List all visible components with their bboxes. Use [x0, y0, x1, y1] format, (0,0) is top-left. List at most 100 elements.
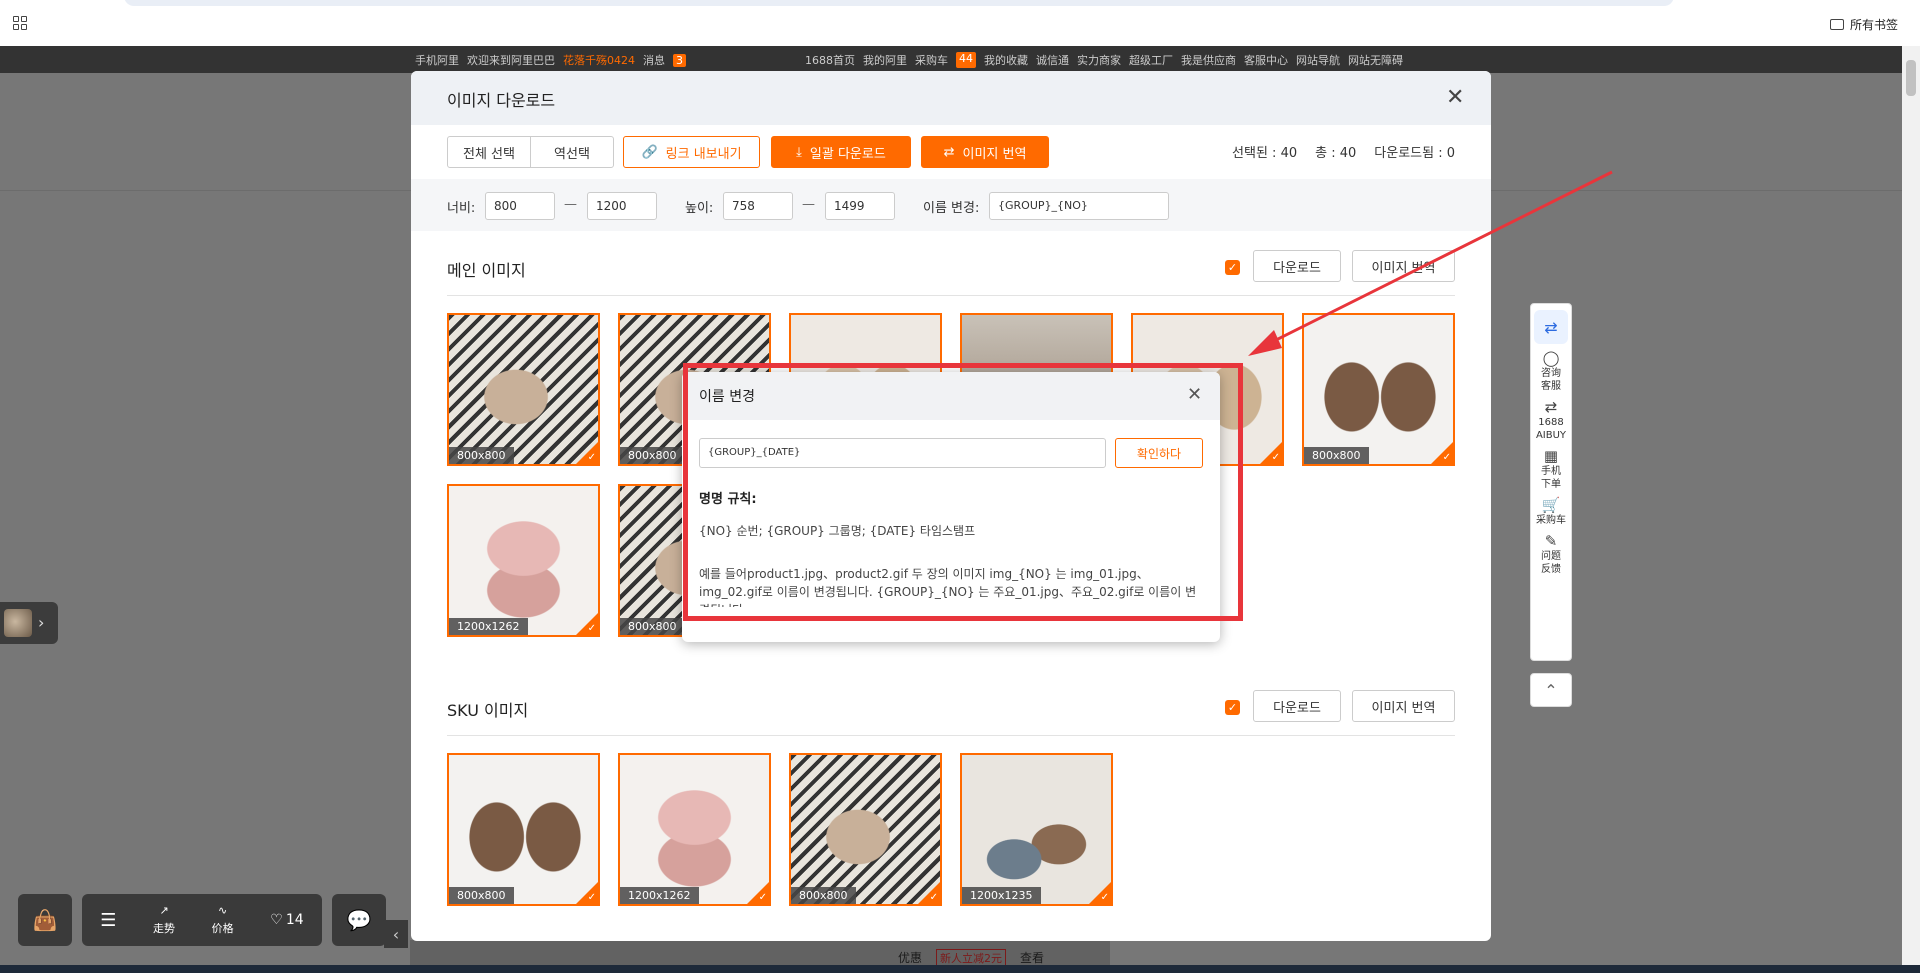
checkmark-icon: ✓	[758, 892, 767, 903]
image-size-label: 800x800	[791, 887, 856, 904]
sku-images-checkbox[interactable]: ✓	[1225, 700, 1240, 715]
scrollbar-thumb[interactable]	[1906, 60, 1916, 96]
width-min-input[interactable]: 800	[485, 192, 555, 220]
product-thumbnail	[4, 609, 32, 637]
floating-product-thumb[interactable]: ›	[0, 602, 58, 644]
sidebar-label: 问题反馈	[1541, 551, 1561, 575]
chat-button[interactable]: 💬	[332, 894, 386, 946]
messages-count: 3	[673, 53, 686, 67]
nav-cart[interactable]: 采购车	[915, 52, 948, 68]
favorite-button[interactable]: ♡ 14	[270, 912, 303, 928]
username[interactable]: 花落千殇0424	[563, 52, 635, 68]
width-label: 너비:	[447, 201, 476, 216]
height-max-input[interactable]: 1499	[825, 192, 895, 220]
export-links-label: 링크 내보내기	[665, 146, 742, 162]
download-icon: ⤓	[796, 144, 802, 160]
sku-translate-button[interactable]: 이미지 번역	[1352, 690, 1455, 722]
cart-icon: 🛒	[1541, 496, 1561, 514]
image-size-label: 800x800	[449, 887, 514, 904]
favorite-count: 14	[285, 912, 304, 928]
sidebar-label: 1688 AIBUY	[1535, 417, 1567, 441]
translate-icon: ⇄	[943, 144, 955, 160]
trend-label: 走势	[153, 922, 176, 935]
sku-download-button[interactable]: 다운로드	[1253, 690, 1341, 722]
os-taskbar	[0, 965, 1920, 973]
image-size-label: 800x800	[1304, 447, 1369, 464]
export-links-button[interactable]: 🔗 링크 내보내기	[623, 136, 760, 168]
messages-link[interactable]: 消息	[643, 52, 665, 68]
image-size-label: 1200x1262	[620, 887, 699, 904]
height-min-input[interactable]: 758	[723, 192, 793, 220]
translate-images-button[interactable]: ⇄ 이미지 번역	[921, 136, 1049, 168]
close-icon[interactable]: ✕	[1446, 85, 1464, 110]
sidebar-item-aibuy[interactable]: ⇄ 1688 AIBUY	[1531, 397, 1571, 446]
link-icon: 🔗	[641, 144, 658, 160]
collapse-button[interactable]: ☰	[100, 910, 116, 931]
apps-icon[interactable]	[13, 16, 27, 30]
rename-label: 이름 변경:	[923, 201, 980, 216]
sidebar-item-feedback[interactable]: ✎ 问题反馈	[1531, 531, 1571, 580]
total-count: 총 : 40	[1315, 146, 1357, 161]
trend-button[interactable]: ↗ 走势	[153, 904, 175, 936]
image-size-label: 800x800	[620, 447, 685, 464]
image-size-label: 1200x1262	[449, 618, 528, 635]
image-thumbnail[interactable]: 1200x1235 ✓	[960, 753, 1113, 906]
bag-icon: 👜	[32, 908, 58, 932]
bulk-download-button[interactable]: ⤓ 일괄 다운로드	[771, 136, 911, 168]
cart-count: 44	[956, 52, 976, 68]
range-dash: —	[564, 197, 577, 212]
sidebar-item-mobile[interactable]: ▦ 手机下单	[1531, 446, 1571, 495]
price-button[interactable]: ∿ 价格	[212, 904, 234, 936]
nav-cxt[interactable]: 诚信通	[1036, 52, 1069, 68]
sidebar-label: 采购车	[1536, 515, 1566, 526]
dialog-header: 이미지 다운로드 ✕	[411, 71, 1491, 125]
nav-service[interactable]: 客服中心	[1244, 52, 1288, 68]
sku-translate-label: 이미지 번역	[1371, 700, 1436, 716]
nav-merchants[interactable]: 实力商家	[1077, 52, 1121, 68]
nav-accessibility[interactable]: 网站无障碍	[1348, 52, 1403, 68]
heart-icon: ♡	[270, 912, 283, 928]
image-thumbnail[interactable]: 1200x1262 ✓	[447, 484, 600, 637]
translate-icon: ⇄	[1544, 398, 1558, 416]
back-to-top-button[interactable]: ⌃	[1530, 673, 1572, 707]
browser-bar: 所有书签	[0, 0, 1920, 46]
price-label: 价格	[211, 922, 234, 935]
chevron-up-icon: ⌃	[1544, 680, 1558, 700]
main-images-checkbox[interactable]: ✓	[1225, 260, 1240, 275]
image-thumbnail[interactable]: 800x800 ✓	[447, 313, 600, 466]
invert-label: 역선택	[554, 146, 590, 162]
chevron-right-icon: ›	[38, 613, 45, 632]
shopping-bag-button[interactable]: 👜	[18, 894, 72, 946]
dialog-title: 이미지 다운로드	[447, 91, 556, 110]
checkmark-icon: ✓	[1442, 452, 1451, 463]
checkmark-icon: ✓	[1100, 892, 1109, 903]
image-thumbnail[interactable]: 800x800 ✓	[789, 753, 942, 906]
chat-icon: 💬	[346, 908, 372, 932]
image-thumbnail[interactable]: 800x800 ✓	[447, 753, 600, 906]
layers-icon: ☰	[100, 909, 117, 931]
folder-icon	[1829, 19, 1844, 30]
invert-selection-button[interactable]: 역선택	[530, 136, 614, 168]
qrcode-icon: ▦	[1543, 447, 1559, 465]
nav-favorites[interactable]: 我的收藏	[984, 52, 1028, 68]
nav-sitemap[interactable]: 网站导航	[1296, 52, 1340, 68]
image-size-label: 800x800	[449, 447, 514, 464]
nav-factory[interactable]: 超级工厂	[1129, 52, 1173, 68]
address-bar[interactable]	[124, 0, 1674, 6]
nav-my-ali[interactable]: 我的阿里	[863, 52, 907, 68]
mobile-link[interactable]: 手机阿里	[415, 52, 459, 68]
collapse-toolbar-button[interactable]: ‹	[384, 920, 408, 948]
checkmark-icon: ✓	[587, 623, 596, 634]
sidebar-item-cart[interactable]: 🛒 采购车	[1531, 495, 1571, 531]
rename-pattern-input[interactable]: {GROUP}_{NO}	[989, 192, 1169, 220]
width-max-input[interactable]: 1200	[587, 192, 657, 220]
nav-supplier[interactable]: 我是供应商	[1181, 52, 1236, 68]
image-thumbnail[interactable]: 1200x1262 ✓	[618, 753, 771, 906]
nav-home[interactable]: 1688首页	[805, 52, 855, 68]
select-all-button[interactable]: 전체 선택	[447, 136, 531, 168]
price-wave-icon: ∿	[218, 904, 228, 917]
downloaded-count: 다운로드됨 : 0	[1374, 146, 1455, 161]
page-scrollbar[interactable]	[1902, 46, 1920, 973]
image-size-label: 1200x1235	[962, 887, 1041, 904]
all-bookmarks[interactable]: 所有书签	[1829, 16, 1898, 33]
